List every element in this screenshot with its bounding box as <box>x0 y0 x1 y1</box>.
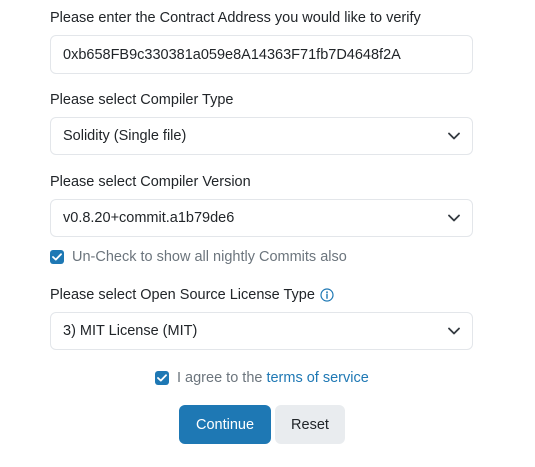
compiler-type-label: Please select Compiler Type <box>50 92 234 108</box>
contract-address-input[interactable] <box>63 46 472 63</box>
info-circle-icon[interactable] <box>320 288 334 302</box>
terms-of-service-link[interactable]: terms of service <box>266 370 368 386</box>
license-label: Please select Open Source License Type <box>50 287 334 303</box>
chevron-down-icon <box>436 200 472 236</box>
chevron-down-icon <box>436 313 472 349</box>
compiler-version-label-text: Please select Compiler Version <box>50 174 251 190</box>
chevron-down-icon <box>436 118 472 154</box>
address-label: Please enter the Contract Address you wo… <box>50 10 421 26</box>
address-input-wrapper <box>50 35 473 74</box>
compiler-type-select[interactable]: Solidity (Single file) <box>50 117 473 155</box>
nightly-commits-label: Un-Check to show all nightly Commits als… <box>72 249 347 265</box>
terms-prefix: I agree to the <box>177 370 263 386</box>
compiler-type-label-text: Please select Compiler Type <box>50 92 234 108</box>
address-label-text: Please enter the Contract Address you wo… <box>50 10 421 26</box>
license-label-text: Please select Open Source License Type <box>50 287 315 303</box>
compiler-type-value: Solidity (Single file) <box>63 128 187 144</box>
continue-button[interactable]: Continue <box>179 405 271 444</box>
compiler-version-label: Please select Compiler Version <box>50 174 251 190</box>
terms-row: I agree to the terms of service <box>155 370 369 386</box>
license-value: 3) MIT License (MIT) <box>63 323 198 339</box>
nightly-commits-row: Un-Check to show all nightly Commits als… <box>50 249 347 265</box>
verify-contract-form: Please enter the Contract Address you wo… <box>0 0 535 467</box>
nightly-commits-checkbox[interactable] <box>50 250 64 264</box>
terms-checkbox[interactable] <box>155 371 169 385</box>
reset-button[interactable]: Reset <box>275 405 345 444</box>
compiler-version-value: v0.8.20+commit.a1b79de6 <box>63 210 235 226</box>
license-select[interactable]: 3) MIT License (MIT) <box>50 312 473 350</box>
compiler-version-select[interactable]: v0.8.20+commit.a1b79de6 <box>50 199 473 237</box>
